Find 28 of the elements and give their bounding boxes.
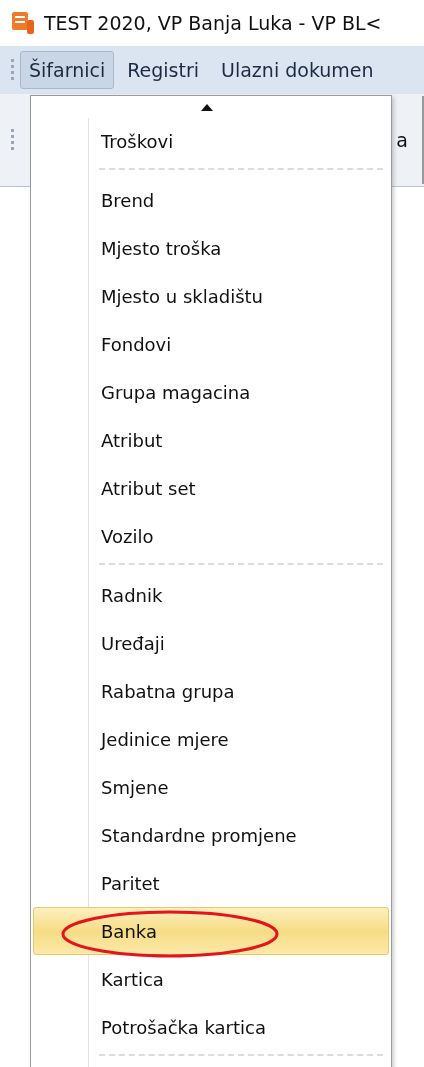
menu-item[interactable]: Potrošačka kartica xyxy=(33,1003,389,1051)
menu-item[interactable]: Rabatna grupa xyxy=(33,667,389,715)
menu-item[interactable]: Uređaji xyxy=(33,619,389,667)
menu-item[interactable]: Kartica xyxy=(33,955,389,1003)
menu-item[interactable]: Mjesto u skladištu xyxy=(33,272,389,320)
menu-item[interactable]: Fondovi xyxy=(33,320,389,368)
toolbar-button[interactable]: a xyxy=(396,96,424,184)
menu-item[interactable]: Troškovi xyxy=(33,117,389,165)
menu-item[interactable]: Ulazni dokumen xyxy=(212,51,383,89)
grip-icon[interactable] xyxy=(10,127,16,153)
menu-item[interactable]: Jedinice mjere xyxy=(33,715,389,763)
app-icon xyxy=(10,10,36,36)
menu-item[interactable]: Registri xyxy=(118,51,209,89)
menu-item[interactable]: Smjene xyxy=(33,763,389,811)
grip-icon[interactable] xyxy=(10,57,16,83)
menu-item[interactable]: Brend xyxy=(33,176,389,224)
menu-item[interactable]: Mjesto troška xyxy=(33,224,389,272)
scroll-up-icon[interactable] xyxy=(201,104,213,111)
menu-item[interactable]: Paritet xyxy=(33,859,389,907)
menu-item[interactable]: Radnik xyxy=(33,571,389,619)
menu-item[interactable]: Grupa magacina xyxy=(33,368,389,416)
menu-item[interactable]: Atribut set xyxy=(33,464,389,512)
menu-item[interactable]: Banka xyxy=(33,907,389,955)
menu-item[interactable]: Standardne promjene xyxy=(33,811,389,859)
menu-item[interactable]: Vozilo xyxy=(33,512,389,560)
window-title: TEST 2020, VP Banja Luka - VP BL< xyxy=(44,12,382,34)
menu-item[interactable]: Atribut xyxy=(33,416,389,464)
menu-item[interactable]: Šifarnici xyxy=(20,51,115,89)
